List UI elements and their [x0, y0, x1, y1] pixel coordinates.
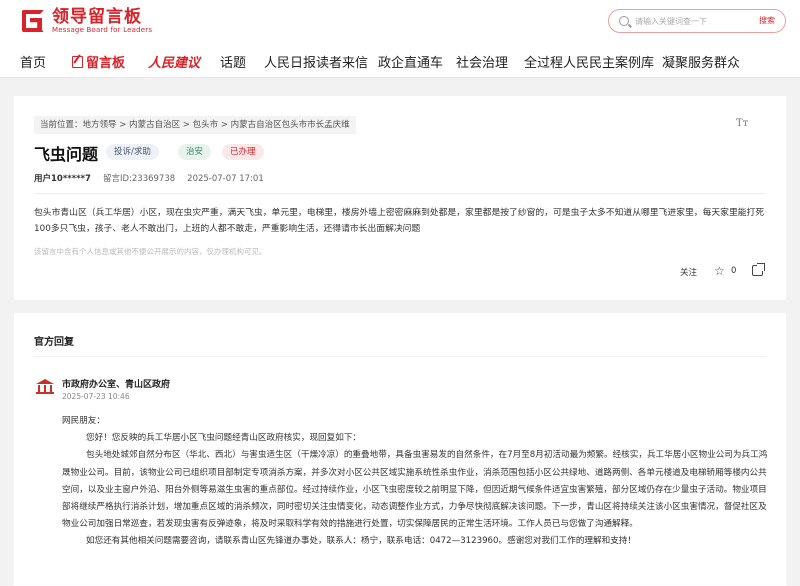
message-card: 当前位置：地方领导 > 内蒙古自治区 > 包头市 > 内蒙古自治区包头市市长孟庆… [14, 96, 786, 300]
message-id: 留言ID:23369738 [102, 174, 176, 184]
edit-icon [72, 56, 83, 68]
divider [34, 356, 766, 357]
nav-reader-letters[interactable]: 人民日报读者来信 [264, 52, 368, 71]
nav-topics[interactable]: 话题 [220, 52, 246, 71]
logo-title: 领导留言板 [52, 7, 142, 27]
star-icon[interactable]: ☆ [714, 264, 725, 278]
logo-subtitle: Message Board for Leaders [52, 26, 153, 34]
nav-message-board-label: 留言板 [86, 56, 126, 71]
message-date: 2025-07-07 17:01 [187, 174, 264, 184]
like-count: 0 [731, 266, 737, 276]
reply-organization: 市政府办公室、青山区政府 [62, 380, 171, 390]
message-content: 包头市青山区（兵工华居）小区，现在虫灾严重，满天飞虫，单元里，电梯里，楼房外墙上… [34, 208, 765, 234]
font-size-icon[interactable]: Tт [736, 118, 748, 129]
search-input[interactable] [635, 13, 745, 29]
search-button[interactable]: 搜索 [759, 15, 775, 26]
nav-message-board[interactable]: 留言板 [72, 52, 125, 71]
official-reply-card: 官方回复 市政府办公室、青山区政府 2025-07-23 10:46 网民朋友：… [14, 313, 786, 586]
reply-greeting: 网民朋友： [62, 416, 105, 426]
follow-button[interactable]: 关注 [680, 266, 697, 278]
reply-paragraph: 包头地处城郊自然分布区（华北、西北）与害虫适生区（干燥冷凉）的重叠地带，具备虫害… [62, 450, 768, 530]
tag-type: 投诉/求助 [106, 144, 159, 160]
status-badge: 已办理 [222, 144, 264, 160]
nav-people-suggestions[interactable]: 人民建议 [148, 52, 200, 71]
reply-body: 网民朋友： 您好！您反映的兵工华居小区飞虫问题经青山区政府核实，现回复如下： 包… [62, 413, 768, 551]
breadcrumb-link[interactable]: 地方领导 [83, 120, 117, 130]
top-header: 领导留言板 Message Board for Leaders 搜索 [0, 0, 800, 44]
message-title: 飞虫问题 [34, 145, 99, 164]
privacy-disclaimer: 该留言中含有个人信息或其他不便公开展示的内容，仅办理机构可见。 [34, 247, 267, 256]
site-logo[interactable]: 领导留言板 Message Board for Leaders [22, 8, 152, 35]
reply-paragraph: 您好！您反映的兵工华居小区飞虫问题经青山区政府核实，现回复如下： [86, 433, 362, 444]
reply-heading: 官方回复 [34, 337, 74, 348]
user-name: 用户10*****7 [34, 174, 91, 184]
breadcrumb: 当前位置：地方领导 > 内蒙古自治区 > 包头市 > 内蒙古自治区包头市市长孟庆… [34, 116, 356, 134]
nav-social-governance[interactable]: 社会治理 [456, 52, 508, 71]
breadcrumb-link[interactable]: 内蒙古自治区 [129, 120, 180, 130]
breadcrumb-link[interactable]: 内蒙古自治区包头市市长孟庆维 [231, 120, 350, 130]
breadcrumb-link[interactable]: 包头市 [193, 120, 219, 130]
nav-business-express[interactable]: 政企直通车 [378, 52, 443, 71]
nav-democracy-cases[interactable]: 全过程人民民主案例库 [524, 52, 654, 71]
nav-serve-masses[interactable]: 凝聚服务群众 [662, 52, 740, 71]
nav-home[interactable]: 首页 [20, 52, 46, 71]
reply-paragraph: 如您还有其他相关问题需要咨询，请联系青山区先锋道办事处，联系人：杨宁，联系电话：… [86, 536, 636, 547]
tag-domain: 治安 [178, 144, 212, 160]
main-nav: 首页 留言板 人民建议 话题 人民日报读者来信 政企直通车 社会治理 全过程人民… [0, 44, 800, 78]
logo-mark-icon [22, 9, 46, 34]
search-icon [619, 16, 629, 26]
share-icon[interactable] [752, 263, 765, 276]
government-building-icon [36, 379, 54, 395]
divider [34, 193, 766, 194]
message-meta: 用户10*****7 留言ID:23369738 2025-07-07 17:01 [34, 172, 276, 184]
search-box: 搜索 [608, 9, 786, 33]
reply-time: 2025-07-23 10:46 [62, 392, 130, 401]
